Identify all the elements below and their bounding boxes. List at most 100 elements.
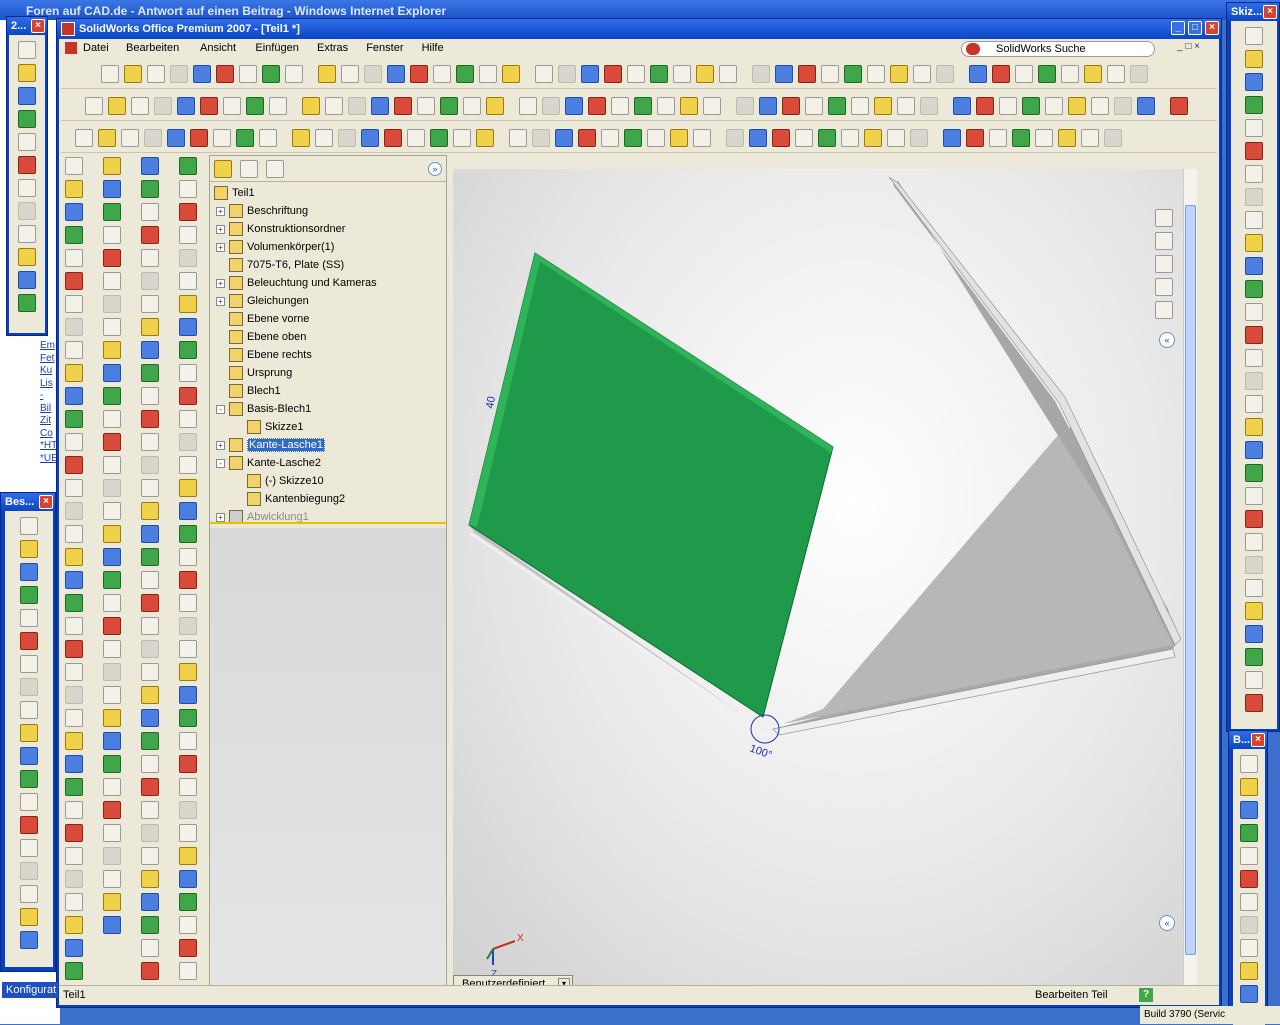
- toolbar-button[interactable]: [913, 65, 931, 83]
- toolbar-button[interactable]: [179, 226, 197, 244]
- toolbar-button[interactable]: [318, 65, 336, 83]
- toolbar-button[interactable]: [103, 778, 121, 796]
- toolbar-button[interactable]: [179, 617, 197, 635]
- toolbar-button[interactable]: [647, 129, 665, 147]
- toolbar-button[interactable]: [65, 479, 83, 497]
- toolbar-button[interactable]: [103, 847, 121, 865]
- toolbar-button[interactable]: [601, 129, 619, 147]
- toolbar-button[interactable]: [479, 65, 497, 83]
- toolbar-button[interactable]: [103, 180, 121, 198]
- toolbar-button[interactable]: [141, 755, 159, 773]
- toolbar-button[interactable]: [103, 893, 121, 911]
- toolbar-button[interactable]: [936, 65, 954, 83]
- toolbar-button[interactable]: [1035, 129, 1053, 147]
- menu-item-5[interactable]: Fenster: [366, 40, 403, 56]
- toolbar-button[interactable]: [338, 129, 356, 147]
- toolbar-button[interactable]: [124, 65, 142, 83]
- toolbar-button[interactable]: [103, 801, 121, 819]
- toolbar-button[interactable]: [269, 97, 287, 115]
- configuration-manager-tab[interactable]: [266, 160, 284, 178]
- toolbar-button[interactable]: [1245, 188, 1263, 206]
- toolbar-button[interactable]: [179, 801, 197, 819]
- toolbar-button[interactable]: [65, 295, 83, 313]
- toolbar-button[interactable]: [18, 271, 36, 289]
- toolbar-button[interactable]: [1240, 870, 1258, 888]
- toolbar-button[interactable]: [650, 65, 668, 83]
- toolbar-button[interactable]: [782, 97, 800, 115]
- tree-item[interactable]: Ebene vorne: [216, 310, 309, 328]
- toolbar-button[interactable]: [20, 655, 38, 673]
- toolbar-button[interactable]: [1245, 349, 1263, 367]
- toolbar-button[interactable]: [20, 908, 38, 926]
- toolbar-button[interactable]: [103, 916, 121, 934]
- toolbar-button[interactable]: [103, 525, 121, 543]
- toolbar-button[interactable]: [179, 594, 197, 612]
- toolbar-button[interactable]: [141, 571, 159, 589]
- toolbar-button[interactable]: [1245, 257, 1263, 275]
- toolbar-button[interactable]: [627, 65, 645, 83]
- toolbar-button[interactable]: [1245, 27, 1263, 45]
- toolbar-button[interactable]: [65, 364, 83, 382]
- toolbar-button[interactable]: [103, 571, 121, 589]
- toolbar-button[interactable]: [103, 226, 121, 244]
- tree-item[interactable]: Skizze1: [234, 418, 304, 436]
- toolbar-button[interactable]: [103, 364, 121, 382]
- toolbar-button[interactable]: [20, 517, 38, 535]
- toolbar-button[interactable]: [387, 65, 405, 83]
- toolbar-button[interactable]: [1245, 556, 1263, 574]
- toolbar-button[interactable]: [1104, 129, 1122, 147]
- toolbar-button[interactable]: [1245, 487, 1263, 505]
- expander-icon[interactable]: +: [216, 206, 225, 216]
- close-button[interactable]: ×: [1251, 733, 1265, 747]
- toolbar-button[interactable]: [1245, 625, 1263, 643]
- toolbar-button[interactable]: [20, 885, 38, 903]
- toolbar-button[interactable]: [262, 65, 280, 83]
- toolbar-button[interactable]: [1084, 65, 1102, 83]
- toolbar-button[interactable]: [141, 410, 159, 428]
- toolbar-button[interactable]: [141, 916, 159, 934]
- toolbar-button[interactable]: [65, 433, 83, 451]
- expander-icon[interactable]: -: [216, 458, 225, 468]
- toolbar-button[interactable]: [1245, 533, 1263, 551]
- toolbar-button[interactable]: [565, 97, 583, 115]
- close-button[interactable]: ×: [1205, 21, 1219, 35]
- toolbar-button[interactable]: [1240, 985, 1258, 1003]
- toolbar-button[interactable]: [141, 203, 159, 221]
- toolbar-button[interactable]: [179, 640, 197, 658]
- toolbar-button[interactable]: [179, 824, 197, 842]
- toolbar-button[interactable]: [20, 793, 38, 811]
- toolbar-button[interactable]: [1245, 303, 1263, 321]
- expander-icon[interactable]: +: [216, 242, 225, 252]
- toolbar-button[interactable]: [1068, 97, 1086, 115]
- toolbar-button[interactable]: [867, 65, 885, 83]
- toolbar-button[interactable]: [535, 65, 553, 83]
- toolbar-button[interactable]: [775, 65, 793, 83]
- tree-item[interactable]: 7075-T6, Plate (SS): [216, 256, 344, 274]
- toolbar-button[interactable]: [1245, 510, 1263, 528]
- toolbar-button[interactable]: [65, 663, 83, 681]
- toolbar-button[interactable]: [65, 548, 83, 566]
- toolbar-button[interactable]: [532, 129, 550, 147]
- toolbar-button[interactable]: [65, 157, 83, 175]
- toolbar-button[interactable]: [141, 364, 159, 382]
- toolbar-button[interactable]: [147, 65, 165, 83]
- toolbar-button[interactable]: [103, 295, 121, 313]
- rollback-bar[interactable]: [210, 522, 446, 524]
- toolbar-button[interactable]: [292, 129, 310, 147]
- toolbar-button[interactable]: [239, 65, 257, 83]
- toolbar-button[interactable]: [179, 962, 197, 980]
- toolbar-button[interactable]: [65, 732, 83, 750]
- toolbar-button[interactable]: [179, 870, 197, 888]
- toolbar-button[interactable]: [719, 65, 737, 83]
- toolbar-button[interactable]: [1245, 579, 1263, 597]
- toolbar-button[interactable]: [966, 129, 984, 147]
- vscroll-thumb[interactable]: [1185, 205, 1196, 955]
- toolbar-button[interactable]: [75, 129, 93, 147]
- toolbar-button[interactable]: [910, 129, 928, 147]
- toolbar-button[interactable]: [1240, 962, 1258, 980]
- toolbar-button[interactable]: [141, 456, 159, 474]
- expander-icon[interactable]: +: [216, 296, 225, 306]
- toolbar-button[interactable]: [179, 295, 197, 313]
- toolbar-button[interactable]: [101, 65, 119, 83]
- toolbar-button[interactable]: [65, 180, 83, 198]
